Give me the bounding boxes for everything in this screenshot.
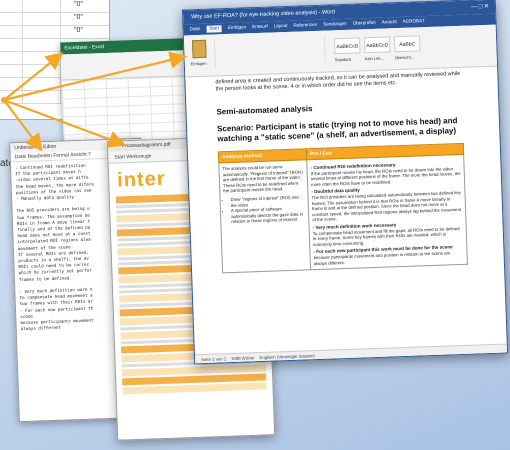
connector-arrows [1, 51, 188, 152]
arrow-origin-dot [1, 97, 7, 103]
